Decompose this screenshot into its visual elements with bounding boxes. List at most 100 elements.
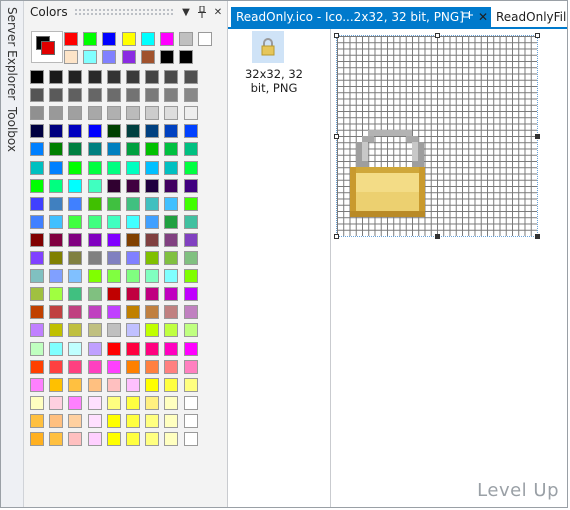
- color-swatch[interactable]: [30, 232, 44, 247]
- color-swatch[interactable]: [164, 251, 179, 265]
- color-swatch[interactable]: [30, 124, 44, 139]
- color-swatch[interactable]: [106, 124, 121, 139]
- resize-handle[interactable]: [334, 33, 339, 38]
- color-swatch[interactable]: [87, 413, 102, 428]
- color-swatch[interactable]: [83, 32, 98, 46]
- color-swatch[interactable]: [87, 251, 102, 265]
- color-swatch[interactable]: [30, 323, 44, 338]
- color-swatch[interactable]: [87, 142, 102, 157]
- color-swatch[interactable]: [30, 214, 44, 229]
- color-swatch[interactable]: [106, 323, 121, 338]
- color-swatch[interactable]: [87, 395, 102, 410]
- color-swatch[interactable]: [126, 305, 140, 320]
- resize-handle[interactable]: [435, 33, 440, 38]
- color-swatch[interactable]: [30, 305, 44, 320]
- color-swatch[interactable]: [102, 32, 117, 46]
- color-swatch[interactable]: [164, 160, 179, 175]
- color-swatch[interactable]: [183, 178, 198, 193]
- color-swatch[interactable]: [87, 106, 102, 121]
- color-swatch[interactable]: [145, 142, 160, 157]
- color-swatch[interactable]: [49, 432, 64, 446]
- color-swatch[interactable]: [126, 413, 140, 428]
- color-swatch[interactable]: [49, 142, 64, 157]
- color-swatch[interactable]: [87, 287, 102, 302]
- color-swatch[interactable]: [164, 196, 179, 211]
- color-swatch[interactable]: [164, 377, 179, 392]
- color-swatch[interactable]: [49, 88, 64, 103]
- color-swatch[interactable]: [68, 160, 83, 175]
- color-swatch[interactable]: [164, 214, 179, 229]
- color-swatch[interactable]: [126, 124, 140, 139]
- color-swatch[interactable]: [164, 70, 179, 84]
- color-swatch[interactable]: [83, 50, 98, 64]
- resize-handle[interactable]: [535, 33, 540, 38]
- color-swatch[interactable]: [49, 323, 64, 338]
- resize-handle[interactable]: [334, 134, 339, 139]
- color-swatch[interactable]: [160, 32, 174, 46]
- color-swatch[interactable]: [126, 88, 140, 103]
- color-swatch[interactable]: [30, 287, 44, 302]
- color-swatch[interactable]: [183, 196, 198, 211]
- color-swatch[interactable]: [102, 50, 117, 64]
- color-swatch[interactable]: [126, 70, 140, 84]
- color-swatch[interactable]: [179, 50, 194, 64]
- color-swatch[interactable]: [126, 377, 140, 392]
- color-swatch[interactable]: [68, 323, 83, 338]
- color-swatch[interactable]: [87, 359, 102, 374]
- color-swatch[interactable]: [30, 395, 44, 410]
- color-swatch[interactable]: [30, 178, 44, 193]
- color-swatch[interactable]: [164, 232, 179, 247]
- color-swatch[interactable]: [164, 178, 179, 193]
- color-swatch[interactable]: [145, 232, 160, 247]
- color-swatch[interactable]: [145, 323, 160, 338]
- color-swatch[interactable]: [145, 269, 160, 284]
- color-swatch[interactable]: [145, 196, 160, 211]
- color-swatch[interactable]: [106, 287, 121, 302]
- color-swatch[interactable]: [145, 106, 160, 121]
- color-swatch[interactable]: [30, 106, 44, 121]
- color-swatch[interactable]: [126, 178, 140, 193]
- color-swatch[interactable]: [49, 214, 64, 229]
- color-swatch[interactable]: [164, 395, 179, 410]
- color-swatch[interactable]: [145, 251, 160, 265]
- color-swatch[interactable]: [106, 269, 121, 284]
- color-swatch[interactable]: [183, 341, 198, 356]
- tab-toolbox[interactable]: Toolbox: [1, 103, 23, 155]
- color-swatch[interactable]: [126, 287, 140, 302]
- color-swatch[interactable]: [183, 106, 198, 121]
- color-swatch[interactable]: [87, 124, 102, 139]
- color-swatch[interactable]: [68, 214, 83, 229]
- color-swatch[interactable]: [49, 196, 64, 211]
- pin-icon[interactable]: [462, 10, 473, 23]
- foreground-background-swatch[interactable]: [31, 31, 63, 63]
- color-swatch[interactable]: [87, 178, 102, 193]
- color-swatch[interactable]: [198, 32, 213, 46]
- color-swatch[interactable]: [106, 413, 121, 428]
- color-swatch[interactable]: [68, 377, 83, 392]
- color-swatch[interactable]: [87, 214, 102, 229]
- color-swatch[interactable]: [126, 341, 140, 356]
- color-swatch[interactable]: [30, 251, 44, 265]
- color-swatch[interactable]: [68, 395, 83, 410]
- color-swatch[interactable]: [49, 359, 64, 374]
- color-swatch[interactable]: [164, 142, 179, 157]
- color-swatch[interactable]: [68, 178, 83, 193]
- color-swatch[interactable]: [145, 178, 160, 193]
- color-swatch[interactable]: [106, 395, 121, 410]
- color-swatch[interactable]: [49, 413, 64, 428]
- color-swatch[interactable]: [183, 395, 198, 410]
- color-swatch[interactable]: [87, 160, 102, 175]
- color-swatch[interactable]: [164, 88, 179, 103]
- color-swatch[interactable]: [179, 32, 194, 46]
- color-swatch[interactable]: [68, 88, 83, 103]
- color-swatch[interactable]: [145, 341, 160, 356]
- color-swatch[interactable]: [49, 232, 64, 247]
- color-swatch[interactable]: [126, 106, 140, 121]
- color-swatch[interactable]: [126, 432, 140, 446]
- color-swatch[interactable]: [126, 251, 140, 265]
- color-swatch[interactable]: [49, 106, 64, 121]
- color-swatch[interactable]: [126, 323, 140, 338]
- color-swatch[interactable]: [160, 50, 174, 64]
- color-swatch[interactable]: [68, 432, 83, 446]
- color-swatch[interactable]: [126, 160, 140, 175]
